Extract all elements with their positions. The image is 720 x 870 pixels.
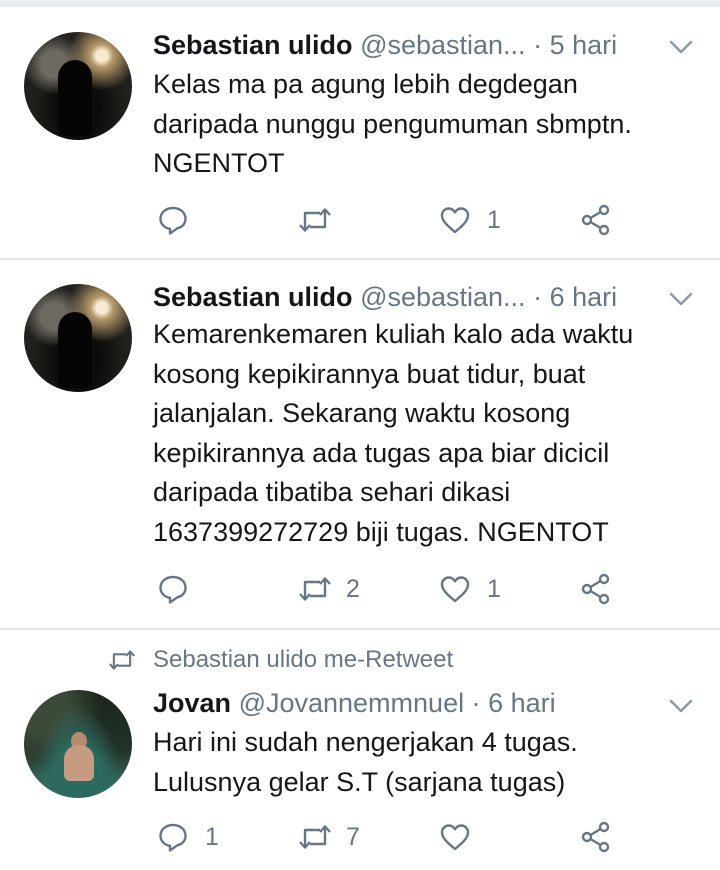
like-count: 1	[487, 206, 501, 234]
tweet-text-line: NGENTOT	[153, 148, 285, 178]
like-count: 1	[487, 575, 501, 603]
tweet[interactable]: Jovan @Jovannemmnuel · 6 hari Hari ini s…	[0, 630, 720, 870]
avatar-figure	[58, 312, 92, 388]
tweet-text-line: Lulusnya gelar S.T (sarjana tugas)	[153, 766, 566, 797]
user-handle[interactable]: @sebastian...	[360, 282, 526, 312]
heart-icon	[440, 576, 470, 603]
retweet-icon	[299, 577, 331, 601]
tweet-text-line: Kemarenkemaren kuliah kalo ada waktu	[153, 319, 634, 349]
chevron-down-icon[interactable]	[668, 698, 694, 714]
tweet-actions: 1	[0, 200, 720, 240]
retweet-icon	[299, 825, 331, 849]
tweet-header: Jovan @Jovannemmnuel · 6 hari	[153, 683, 693, 723]
avatar-figure	[64, 745, 94, 781]
separator-dot: ·	[533, 30, 543, 60]
chevron-down-icon[interactable]	[668, 39, 694, 55]
tweet-text: Kemarenkemaren kuliah kalo ada waktu kos…	[153, 315, 698, 552]
separator-dot: ·	[533, 282, 543, 312]
avatar[interactable]	[24, 32, 132, 140]
heart-icon	[440, 207, 470, 234]
tweet-text-line: Hari ini sudah nengerjakan 4 tugas.	[153, 727, 578, 757]
share-icon	[581, 204, 610, 236]
tweet[interactable]: Sebastian ulido @sebastian... · 5 hari K…	[0, 7, 720, 260]
display-name[interactable]: Jovan	[153, 688, 231, 718]
avatar-figure	[58, 60, 92, 136]
reply-icon	[159, 206, 187, 235]
tweet-text-line: Kelas ma pa agung lebih degdegan	[153, 69, 578, 99]
heart-icon	[440, 824, 470, 851]
tweet-text-line: daripada tibatiba sehari dikasi	[153, 477, 511, 507]
tweet-actions: 1 7	[0, 817, 720, 857]
reply-icon	[159, 823, 187, 852]
user-handle[interactable]: @Jovannemmnuel	[239, 688, 465, 718]
tweet-text-line: kepikirannya ada tugas apa biar dicicil	[153, 437, 610, 468]
share-icon	[581, 573, 610, 605]
retweet-icon	[299, 208, 331, 232]
retweet-count: 7	[346, 823, 360, 851]
tweet-header: Sebastian ulido @sebastian... · 6 hari	[153, 277, 693, 317]
reply-count: 1	[205, 823, 219, 851]
tweet-text-line: 1637399272729 biji tugas. NGENTOT	[153, 516, 609, 547]
timestamp[interactable]: 6 hari	[488, 688, 556, 718]
tweet-actions: 2 1	[0, 569, 720, 609]
tweet-text: Kelas ma pa agung lebih degdegan daripad…	[153, 65, 698, 184]
reply-icon	[159, 575, 187, 604]
retweet-count: 2	[346, 575, 360, 603]
avatar[interactable]	[24, 690, 132, 798]
avatar[interactable]	[24, 284, 132, 392]
share-icon	[581, 821, 610, 853]
tweet-text: Hari ini sudah nengerjakan 4 tugas. Lulu…	[153, 723, 698, 802]
tweet-text-line: jalanjalan. Sekarang waktu kosong	[153, 398, 571, 428]
tweet-header: Sebastian ulido @sebastian... · 5 hari	[153, 25, 693, 65]
chevron-down-icon[interactable]	[668, 291, 694, 307]
timestamp[interactable]: 6 hari	[550, 282, 618, 312]
tweet[interactable]: Sebastian ulido @sebastian... · 6 hari K…	[0, 260, 720, 630]
display-name[interactable]: Sebastian ulido	[153, 282, 353, 312]
top-separator	[0, 0, 720, 7]
timestamp[interactable]: 5 hari	[550, 30, 618, 60]
display-name[interactable]: Sebastian ulido	[153, 30, 353, 60]
user-handle[interactable]: @sebastian...	[360, 30, 526, 60]
tweet-text-line: kosong kepikirannya buat tidur, buat	[153, 358, 586, 389]
separator-dot: ·	[471, 688, 481, 718]
tweet-text-line: daripada nunggu pengumuman sbmptn.	[153, 108, 632, 139]
